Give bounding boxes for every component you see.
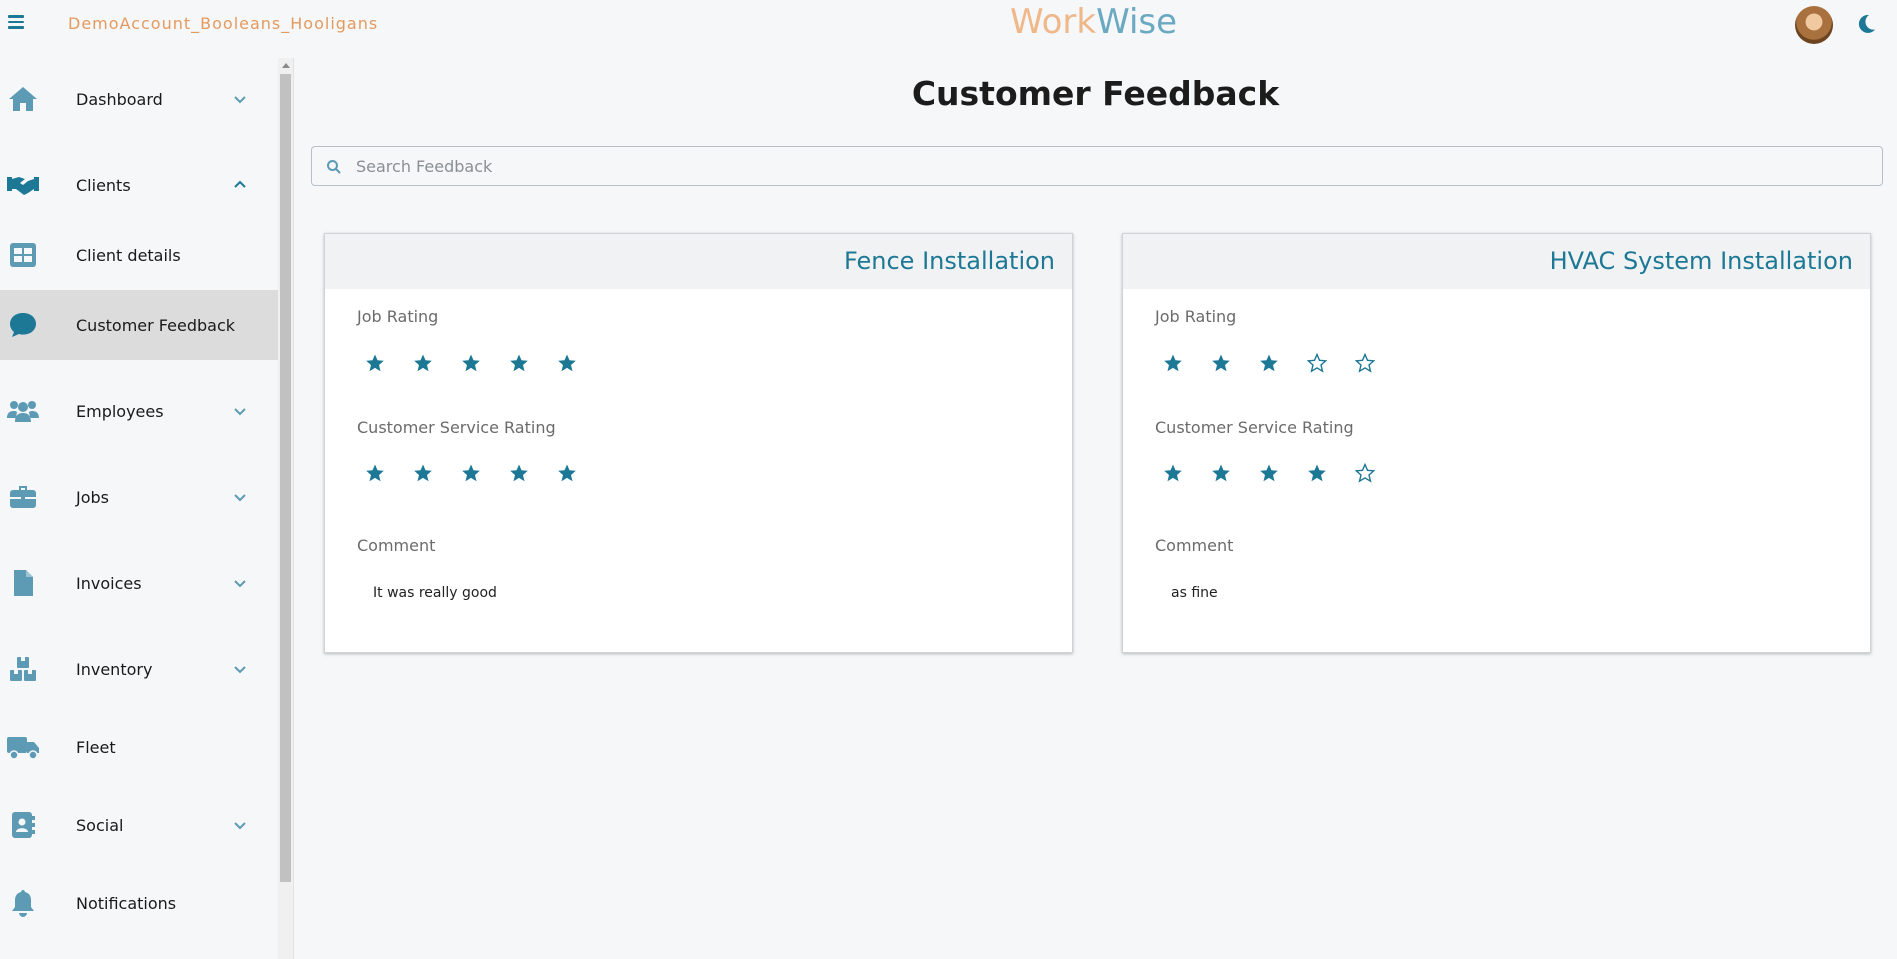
comment-label: Comment bbox=[1155, 536, 1234, 555]
top-bar: DemoAccount_Booleans_Hooligans WorkWise bbox=[0, 0, 1897, 46]
sidebar-item-inventory[interactable]: Inventory bbox=[0, 634, 278, 704]
star-filled-icon bbox=[1164, 464, 1182, 482]
sidebar: Dashboard Clients Client details Custome… bbox=[0, 56, 278, 959]
handshake-icon bbox=[6, 168, 40, 202]
comment-text: It was really good bbox=[373, 585, 497, 601]
sidebar-item-label: Jobs bbox=[76, 487, 109, 507]
job-rating-stars bbox=[365, 353, 605, 373]
chevron-down-icon[interactable] bbox=[232, 661, 248, 677]
star-filled-icon bbox=[558, 464, 576, 482]
boxes-icon bbox=[6, 652, 40, 686]
chevron-down-icon[interactable] bbox=[232, 575, 248, 591]
chevron-down-icon[interactable] bbox=[232, 91, 248, 107]
comment-text: as fine bbox=[1171, 585, 1218, 601]
star-filled-icon bbox=[1308, 464, 1326, 482]
service-rating-label: Customer Service Rating bbox=[1155, 418, 1354, 437]
sidebar-item-label: Social bbox=[76, 815, 124, 835]
account-name: DemoAccount_Booleans_Hooligans bbox=[68, 14, 379, 33]
scroll-up-arrow-icon[interactable] bbox=[278, 58, 293, 72]
user-avatar[interactable] bbox=[1795, 6, 1833, 44]
feedback-card: HVAC System Installation Job Rating Cust… bbox=[1122, 233, 1871, 653]
search-input[interactable] bbox=[356, 153, 1856, 179]
sidebar-item-dashboard[interactable]: Dashboard bbox=[0, 64, 278, 134]
chevron-up-icon[interactable] bbox=[232, 177, 248, 193]
search-icon bbox=[326, 159, 342, 175]
job-rating-label: Job Rating bbox=[357, 307, 439, 326]
service-rating-stars bbox=[1163, 463, 1403, 483]
star-filled-icon bbox=[1212, 464, 1230, 482]
truck-icon bbox=[6, 730, 40, 764]
comment-label: Comment bbox=[357, 536, 436, 555]
sidebar-item-label: Customer Feedback bbox=[76, 315, 235, 335]
service-rating-stars bbox=[365, 463, 605, 483]
star-filled-icon bbox=[462, 354, 480, 372]
star-filled-icon bbox=[1164, 354, 1182, 372]
menu-icon[interactable] bbox=[8, 12, 28, 34]
sidebar-item-fleet[interactable]: Fleet bbox=[0, 712, 278, 782]
star-filled-icon bbox=[366, 354, 384, 372]
chevron-down-icon[interactable] bbox=[232, 817, 248, 833]
card-header: Fence Installation bbox=[325, 234, 1072, 289]
sidebar-item-label: Client details bbox=[76, 245, 181, 265]
sidebar-item-label: Fleet bbox=[76, 737, 116, 757]
job-rating-stars bbox=[1163, 353, 1403, 373]
sidebar-item-clients[interactable]: Clients bbox=[0, 150, 278, 220]
sidebar-item-customer-feedback[interactable]: Customer Feedback bbox=[0, 290, 278, 360]
service-rating-label: Customer Service Rating bbox=[357, 418, 556, 437]
search-bar bbox=[311, 146, 1883, 186]
chat-bubble-icon bbox=[6, 308, 40, 342]
feedback-card: Fence Installation Job Rating Customer S… bbox=[324, 233, 1073, 653]
star-filled-icon bbox=[558, 354, 576, 372]
sidebar-item-client-details[interactable]: Client details bbox=[0, 220, 278, 290]
scrollbar-thumb[interactable] bbox=[280, 74, 291, 882]
contact-book-icon bbox=[6, 808, 40, 842]
sidebar-item-label: Notifications bbox=[76, 893, 177, 913]
sidebar-item-social[interactable]: Social bbox=[0, 790, 278, 860]
chevron-down-icon[interactable] bbox=[232, 489, 248, 505]
card-header: HVAC System Installation bbox=[1123, 234, 1870, 289]
sidebar-item-label: Clients bbox=[76, 175, 131, 195]
sidebar-item-label: Invoices bbox=[76, 573, 142, 593]
star-outline-icon bbox=[1307, 353, 1327, 373]
star-filled-icon bbox=[1260, 354, 1278, 372]
briefcase-icon bbox=[6, 480, 40, 514]
moon-icon[interactable] bbox=[1854, 12, 1878, 36]
star-filled-icon bbox=[1212, 354, 1230, 372]
star-filled-icon bbox=[366, 464, 384, 482]
sidebar-item-label: Employees bbox=[76, 401, 164, 421]
document-icon bbox=[6, 566, 40, 600]
chevron-down-icon[interactable] bbox=[232, 403, 248, 419]
page-title: Customer Feedback bbox=[911, 74, 1280, 113]
card-title: Fence Installation bbox=[844, 247, 1055, 275]
sidebar-scrollbar[interactable] bbox=[278, 58, 293, 959]
star-outline-icon bbox=[1355, 353, 1375, 373]
sidebar-item-invoices[interactable]: Invoices bbox=[0, 548, 278, 618]
star-filled-icon bbox=[414, 464, 432, 482]
sidebar-item-employees[interactable]: Employees bbox=[0, 376, 278, 446]
star-filled-icon bbox=[414, 354, 432, 372]
table-icon bbox=[6, 238, 40, 272]
star-filled-icon bbox=[1260, 464, 1278, 482]
sidebar-item-label: Dashboard bbox=[76, 89, 163, 109]
sidebar-item-jobs[interactable]: Jobs bbox=[0, 462, 278, 532]
home-icon bbox=[6, 82, 40, 116]
star-filled-icon bbox=[510, 354, 528, 372]
people-icon bbox=[6, 394, 40, 428]
brand-logo: WorkWise bbox=[1010, 2, 1178, 42]
job-rating-label: Job Rating bbox=[1155, 307, 1237, 326]
bell-icon bbox=[6, 886, 40, 920]
star-filled-icon bbox=[462, 464, 480, 482]
star-filled-icon bbox=[510, 464, 528, 482]
card-title: HVAC System Installation bbox=[1549, 247, 1853, 275]
sidebar-item-notifications[interactable]: Notifications bbox=[0, 868, 278, 938]
star-outline-icon bbox=[1355, 463, 1375, 483]
sidebar-divider bbox=[293, 58, 294, 959]
sidebar-item-label: Inventory bbox=[76, 659, 153, 679]
